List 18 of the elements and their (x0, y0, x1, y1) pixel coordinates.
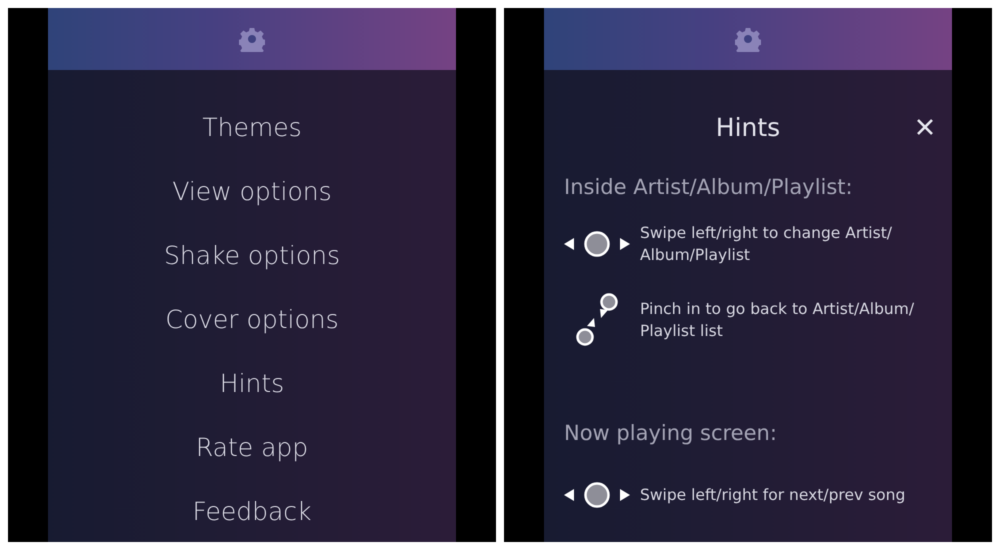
menu-item[interactable]: View options (166, 172, 338, 212)
screen-title: Hints (716, 112, 780, 144)
menu-item[interactable]: Themes (196, 108, 308, 148)
swipe-gesture-icon (564, 230, 630, 258)
menu-item[interactable]: Shake options (158, 236, 346, 276)
menu-item[interactable]: Hints (214, 364, 290, 404)
section-heading: Now playing screen: (564, 420, 778, 447)
hint-text: Pinch in to go back to Artist/Album/ Playlist list (640, 299, 916, 342)
hint-text: Swipe left/right to change Artist/ Album/Playlist (640, 223, 893, 266)
menu-item[interactable]: Rate app (190, 428, 314, 468)
section-heading: Inside Artist/Album/Playlist: (564, 174, 854, 201)
menu-item[interactable]: Cover options (159, 300, 345, 340)
close-icon[interactable] (916, 118, 934, 136)
menu-item[interactable]: Feedback (186, 492, 318, 532)
hint-text: Swipe left/right for next/prev song (640, 485, 906, 506)
settings-icon[interactable] (239, 26, 265, 52)
swipe-gesture-icon (564, 481, 630, 509)
settings-icon[interactable] (735, 26, 761, 52)
